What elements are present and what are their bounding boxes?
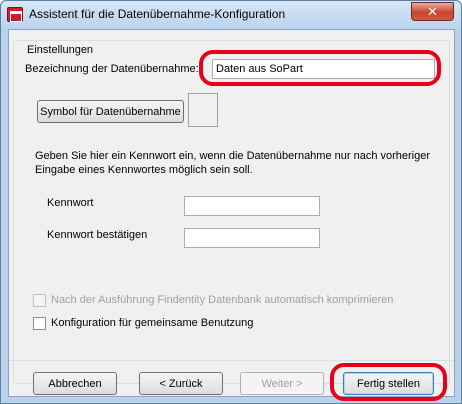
app-icon	[7, 7, 23, 22]
compress-checkbox-label: Nach der Ausführung Findentity Datenbank…	[51, 294, 394, 306]
window-title: Assistent für die Datenübernahme-Konfigu…	[29, 7, 286, 21]
settings-group: Einstellungen Bezeichnung der Datenübern…	[13, 40, 450, 384]
next-button[interactable]: Weiter >	[240, 372, 324, 395]
cancel-button[interactable]: Abbrechen	[33, 372, 117, 395]
shared-checkbox-label: Konfiguration für gemeinsame Benutzung	[51, 317, 254, 329]
password-label: Kennwort	[47, 197, 94, 209]
name-label: Bezeichnung der Datenübernahme:	[25, 63, 199, 75]
compress-checkbox[interactable]	[33, 294, 46, 307]
footer-separator	[9, 360, 454, 361]
finish-button[interactable]: Fertig stellen	[343, 372, 434, 395]
password-hint: Geben Sie hier ein Kennwort ein, wenn di…	[35, 150, 431, 176]
settings-group-label: Einstellungen	[25, 44, 96, 56]
shared-checkbox[interactable]	[33, 317, 46, 330]
back-button[interactable]: < Zurück	[139, 372, 223, 395]
wizard-window: Assistent für die Datenübernahme-Konfigu…	[0, 0, 462, 404]
name-input[interactable]	[212, 59, 435, 79]
password-confirm-label: Kennwort bestätigen	[47, 229, 148, 241]
password-confirm-input[interactable]	[184, 228, 320, 248]
dialog-body: Einstellungen Bezeichnung der Datenübern…	[8, 29, 455, 397]
symbol-button[interactable]: Symbol für Datenübernahme	[37, 100, 184, 123]
symbol-preview	[188, 93, 218, 127]
title-bar[interactable]: Assistent für die Datenübernahme-Konfigu…	[1, 1, 461, 28]
password-input[interactable]	[184, 196, 320, 216]
close-button[interactable]: ✕	[411, 2, 454, 21]
